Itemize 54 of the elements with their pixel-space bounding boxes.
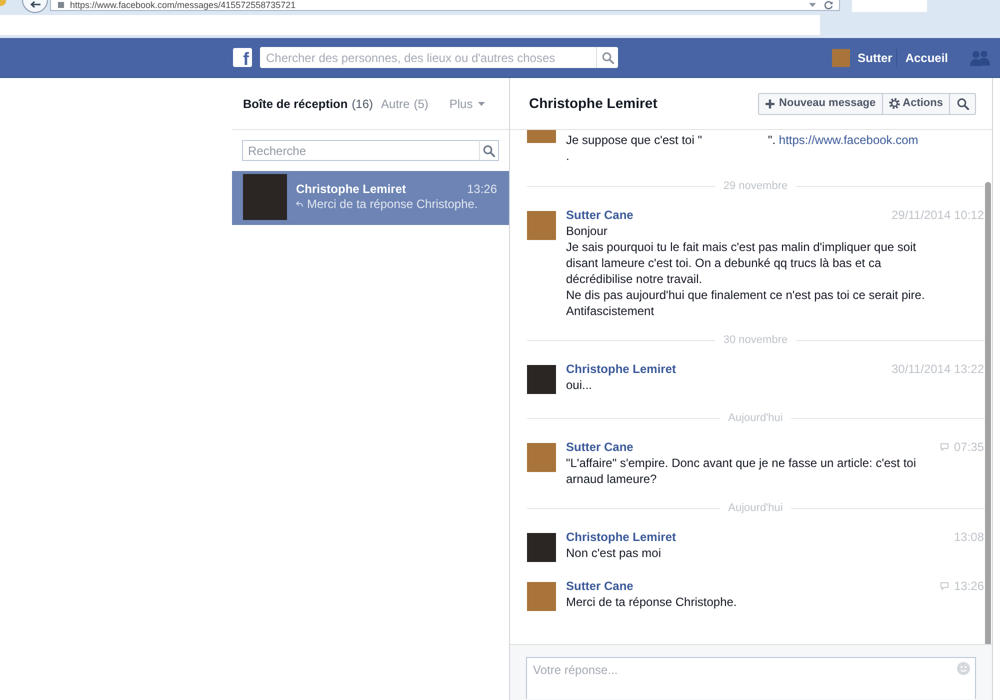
new-message-button[interactable]: Nouveau message [758, 92, 883, 114]
date-divider: Aujourd'hui [727, 410, 784, 426]
sender-name[interactable]: Sutter Cane [566, 438, 634, 456]
back-button[interactable] [22, 0, 48, 13]
message-time: 30/11/2014 13:22 [891, 361, 984, 378]
message-snippet: Merci de ta réponse Christophe. [307, 197, 478, 211]
profile-link[interactable]: Sutter [858, 48, 892, 66]
date-divider: 29 novembre [722, 178, 789, 194]
message-text: Non c'est pas moi [566, 545, 661, 561]
sender-name[interactable]: Sutter Cane [566, 206, 634, 224]
plus-icon [765, 98, 776, 108]
search-button[interactable] [596, 47, 618, 68]
message-time: 13:26 [466, 181, 497, 198]
message-time: 13:26 [954, 578, 984, 595]
search-icon [956, 98, 968, 110]
date-divider: Aujourd'hui [727, 500, 784, 516]
square-icon [58, 2, 64, 8]
site-logo[interactable]: f [233, 48, 252, 67]
link[interactable]: https://www.facebook.com [778, 133, 918, 147]
search-icon [483, 144, 495, 156]
inbox-tab[interactable]: Boîte de réception (16) [243, 94, 374, 112]
sender-name[interactable]: Christophe Lemiret [566, 528, 676, 546]
sender-name[interactable]: Sutter Cane [566, 577, 634, 595]
reload-icon[interactable] [824, 0, 833, 10]
friends-icon[interactable] [970, 50, 990, 66]
message-text: Merci de ta réponse Christophe. [566, 594, 737, 610]
search-field[interactable]: Chercher des personnes, des lieux ou d'autres choses [260, 47, 596, 68]
url-field[interactable]: https://www.facebook.com/messages/415572558735721 [50, 0, 840, 11]
back-arrow-icon [30, 1, 40, 8]
message-time: 29/11/2014 10:12 [891, 207, 984, 224]
contact-name: Christophe Lemiret [296, 181, 406, 198]
gear-icon [888, 98, 900, 109]
message-text: Bonjour Je sais pourquoi tu le fait mais c'est pas malin d'impliquer que soit disant lameure c'est toi. On a debunké qq trucs là bas et ca décrédibilise notre travail. Ne dis pas aujourd'hui que finalement ce n'est pas toi ce serait pire. Antifascistement [566, 223, 925, 319]
actions-button[interactable]: Actions [882, 92, 950, 114]
caret-icon[interactable] [809, 3, 816, 7]
scrollbar-thumb[interactable] [985, 182, 991, 644]
search-icon [602, 52, 614, 64]
search-button[interactable] [949, 92, 976, 114]
message-time: 07:35 [954, 439, 984, 456]
search-button[interactable] [479, 140, 499, 161]
message-text: "L'affaire" s'empire. Donc avant que je ne fasse un article: c'est toi arnaud lameure? [566, 455, 916, 487]
message-text: oui... [566, 377, 592, 393]
conversation-title: Christophe Lemiret [529, 94, 658, 113]
message-time: 13:08 [954, 529, 984, 546]
browser-search-field[interactable] [852, 0, 927, 12]
home-link[interactable]: Accueil [905, 48, 948, 66]
caret-icon [478, 102, 485, 106]
message-text: Je suppose que c'est toi " ". https://www.facebook.com . [566, 132, 918, 164]
reply-field[interactable]: Votre réponse... [526, 657, 976, 699]
date-divider: 30 novembre [722, 332, 789, 348]
conversation-item[interactable]: Christophe Lemiret 13:26 Merci de ta réponse Christophe. [232, 171, 509, 225]
search-field[interactable]: Recherche [242, 140, 479, 161]
sender-name[interactable]: Christophe Lemiret [566, 360, 676, 378]
url-text: https://www.facebook.com/messages/415572558735721 [70, 0, 296, 10]
